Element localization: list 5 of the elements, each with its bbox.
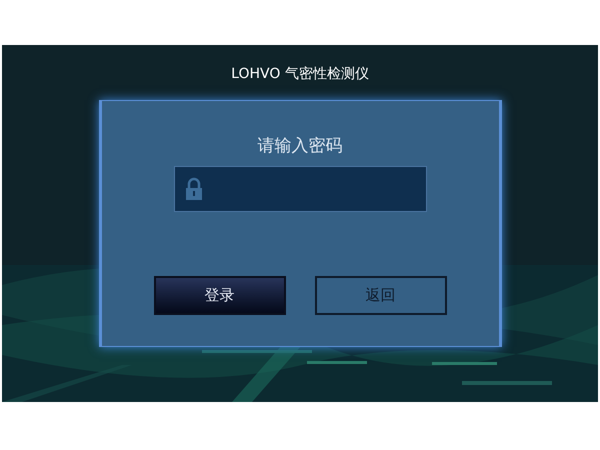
lock-icon [184,177,202,201]
window-title: LOHVO 气密性检测仪 [231,65,369,84]
login-button[interactable]: 登录 [154,276,286,315]
dialog-prompt: 请输入密码 [258,135,342,157]
password-field[interactable] [174,166,426,212]
